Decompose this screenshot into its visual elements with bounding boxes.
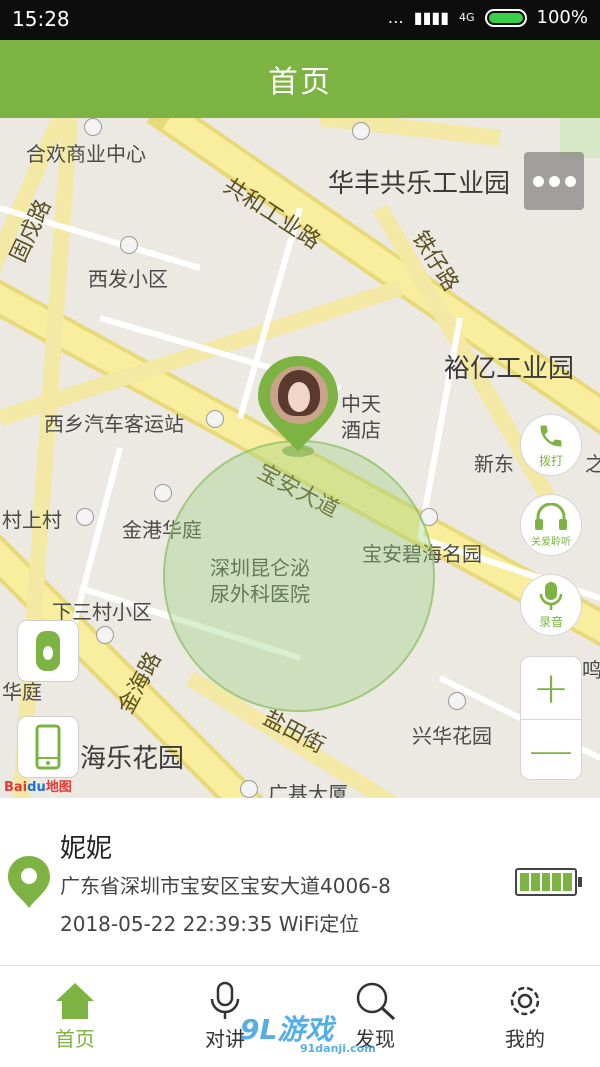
headphones-icon — [535, 502, 567, 530]
microphone-icon — [539, 581, 563, 610]
zoom-in-button[interactable]: + — [521, 657, 581, 719]
location-timestamp: 2018-05-22 22:39:35 WiFi定位 — [60, 912, 360, 936]
map-attribution: Baidu地图 — [4, 776, 72, 795]
page-title: 首页 — [268, 65, 332, 100]
notification-dots: … — [387, 8, 404, 27]
mobile-phone-icon — [35, 724, 61, 770]
watermark-sub: 91danji.com — [300, 1042, 376, 1055]
record-button[interactable]: 录音 — [520, 574, 582, 636]
attribution-brand: Bai — [4, 780, 28, 795]
nav-label: 我的 — [505, 1027, 545, 1051]
map-label: 海乐花园 — [80, 744, 185, 774]
poi-marker — [206, 410, 224, 428]
battery-icon — [484, 8, 527, 27]
nav-label: 首页 — [55, 1027, 95, 1051]
map-view[interactable]: 合欢商业中心 华丰共乐工业园 共和工业路 铁仔路 西发小区 裕亿工业园 西乡汽车… — [0, 118, 600, 798]
location-accuracy-circle — [163, 440, 435, 712]
nav-home[interactable]: 首页 — [0, 966, 150, 1067]
call-button[interactable]: 拨打 — [520, 414, 582, 476]
poi-marker — [352, 122, 370, 140]
phone-icon — [540, 425, 562, 446]
network-type: 4G — [459, 11, 475, 24]
status-indicators: … ▮▮▮▮ 4G 100% — [388, 7, 588, 28]
device-info-panel[interactable]: 妮妮 广东省深圳市宝安区宝安大道4006-8 2018-05-22 22:39:… — [0, 798, 600, 966]
watermark-logo: 9L游戏 91danji.com — [240, 1008, 376, 1055]
map-label: 村上村 — [2, 508, 62, 532]
nav-mine[interactable]: 我的 — [450, 966, 600, 1067]
map-label: 兴华花园 — [412, 724, 492, 748]
map-label: 新东 — [474, 452, 514, 476]
map-label: 西乡汽车客运站 — [44, 412, 184, 436]
status-bar: 15:28 … ▮▮▮▮ 4G 100% — [0, 0, 600, 40]
device-name: 妮妮 — [60, 834, 113, 864]
app-header: 首页 — [0, 40, 600, 118]
zoom-out-button[interactable]: — — [521, 719, 581, 781]
signal-icon: ▮▮▮▮ — [413, 8, 449, 27]
phone-location-button[interactable] — [17, 716, 79, 778]
poi-marker — [84, 118, 102, 136]
microphone-icon — [210, 981, 240, 1019]
map-label: 中天 — [341, 392, 381, 416]
map-label: 合欢商业中心 — [26, 142, 146, 166]
nav-label: 对讲 — [205, 1027, 245, 1051]
map-label: 华丰共乐工业园 — [328, 169, 511, 199]
poi-marker — [96, 626, 114, 644]
listen-button[interactable]: 关爱聆听 — [520, 494, 582, 556]
status-time: 15:28 — [12, 7, 70, 31]
zoom-control: + — — [520, 656, 582, 780]
device-battery-indicator — [515, 868, 582, 896]
battery-percent: 100% — [536, 7, 588, 28]
poi-marker — [240, 780, 258, 798]
poi-marker — [154, 484, 172, 502]
listen-label: 关爱聆听 — [531, 536, 571, 548]
avatar — [270, 366, 328, 424]
poi-marker — [76, 508, 94, 526]
call-label: 拨打 — [538, 453, 563, 468]
map-label: 西发小区 — [88, 267, 168, 291]
device-address: 广东省深圳市宝安区宝安大道4006-8 — [60, 874, 391, 898]
map-label: 之 — [585, 452, 600, 476]
map-label: 裕亿工业园 — [444, 354, 575, 384]
map-label: 鸣 — [582, 658, 600, 682]
attribution-text: 地图 — [45, 780, 72, 795]
poi-marker — [448, 692, 466, 710]
poi-marker — [120, 236, 138, 254]
watch-device-button[interactable] — [17, 620, 79, 682]
location-pin-icon — [8, 856, 50, 908]
gear-icon — [510, 986, 540, 1016]
map-label: 酒店 — [341, 418, 381, 442]
record-label: 录音 — [538, 614, 563, 629]
more-options-button[interactable] — [524, 152, 584, 210]
attribution-du: du — [27, 780, 46, 795]
device-location-pin[interactable] — [258, 356, 338, 466]
home-icon — [56, 983, 94, 1019]
map-label: 广基大厦 — [268, 782, 348, 798]
watch-icon — [36, 631, 60, 671]
